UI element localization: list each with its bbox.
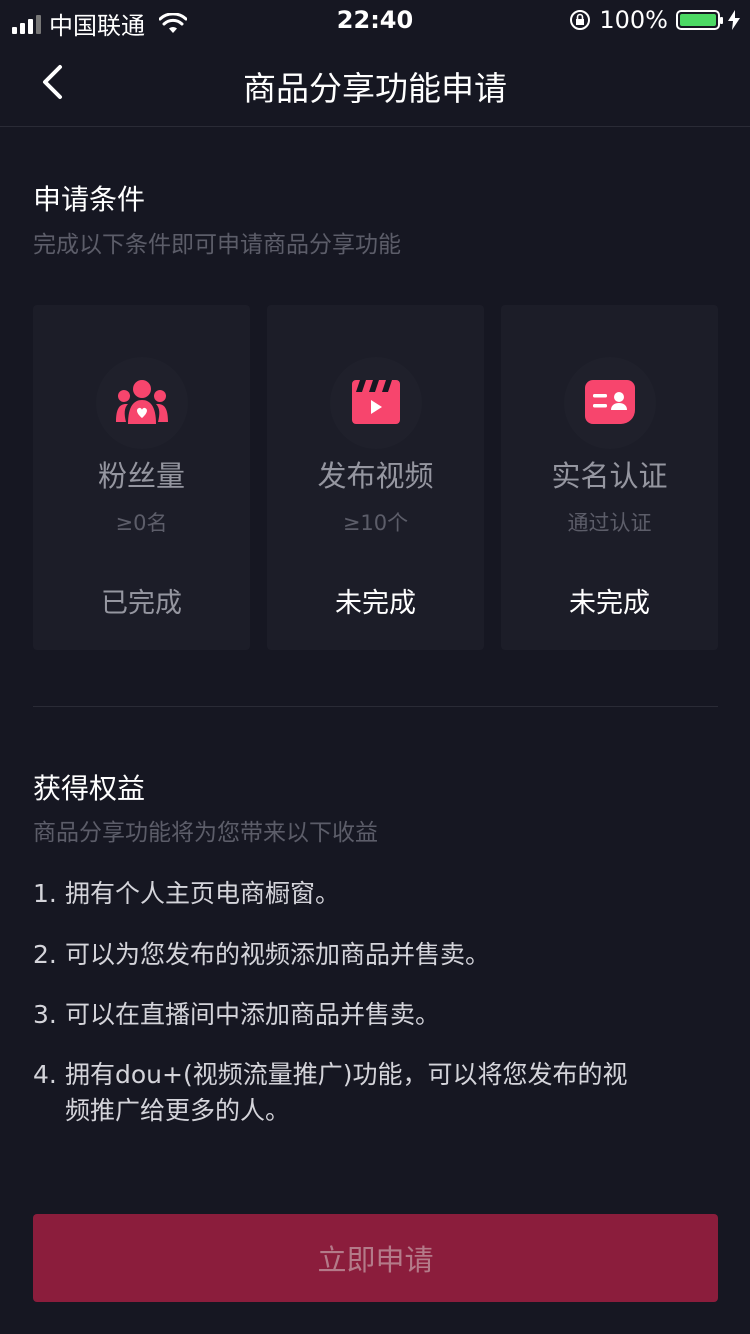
condition-name: 实名认证 [551,459,668,493]
condition-requirement: ≥10个 [342,511,409,535]
conditions-title: 申请条件 [33,183,146,216]
condition-cards: 粉丝量 ≥0名 已完成 发布视频 ≥10个 未完成 实名认证 通过认证 未完成 [33,305,718,650]
condition-name: 发布视频 [317,459,434,493]
benefit-number: 2. [33,940,57,969]
benefit-text: 拥有个人主页电商橱窗。 [65,879,341,908]
benefit-item: 2. 可以为您发布的视频添加商品并售卖。 [33,937,723,973]
benefit-number: 1. [33,879,57,908]
benefit-item: 3. 可以在直播间中添加商品并售卖。 [33,997,723,1033]
condition-status: 未完成 [335,588,416,619]
condition-card-fans: 粉丝量 ≥0名 已完成 [33,305,250,650]
apply-button[interactable]: 立即申请 [33,1214,718,1302]
conditions-subtitle: 完成以下条件即可申请商品分享功能 [33,232,401,258]
benefits-title: 获得权益 [33,772,146,805]
condition-name: 粉丝量 [97,459,185,493]
status-bar: 中国联通 22:40 100% [0,0,750,40]
condition-requirement: ≥0名 [115,511,168,535]
benefit-item: 1. 拥有个人主页电商橱窗。 [33,876,723,912]
benefit-text-continued: 频推广给更多的人。 [65,1096,291,1125]
page-title: 商品分享功能申请 [243,69,507,108]
rotation-lock-icon [570,10,591,30]
id-card-icon-wrap [563,357,656,449]
benefit-text: 可以在直播间中添加商品并售卖。 [65,1000,441,1029]
video-icon-wrap [329,357,422,449]
condition-card-realname: 实名认证 通过认证 未完成 [501,305,718,650]
nav-bar: 商品分享功能申请 [0,40,750,127]
benefits-subtitle: 商品分享功能将为您带来以下收益 [33,820,378,846]
benefit-item: 4. 拥有dou+(视频流量推广)功能，可以将您发布的视 频推广给更多的人。 [33,1057,723,1129]
status-right: 100% [569,6,740,34]
benefit-number: 3. [33,1000,57,1029]
benefit-number: 4. [33,1060,57,1089]
section-divider [33,706,718,707]
benefit-text: 拥有dou+(视频流量推广)功能，可以将您发布的视 [65,1060,628,1089]
condition-status: 已完成 [101,588,182,619]
benefit-text: 可以为您发布的视频添加商品并售卖。 [65,940,491,969]
video-icon [351,380,400,424]
id-card-icon [584,380,635,424]
battery-percent: 100% [599,6,668,34]
battery-icon [676,10,723,30]
fans-icon [115,380,168,424]
condition-requirement: 通过认证 [567,511,652,535]
fans-icon-wrap [95,357,188,449]
condition-status: 未完成 [569,588,650,619]
condition-card-video: 发布视频 ≥10个 未完成 [267,305,484,650]
charging-icon [728,10,740,30]
